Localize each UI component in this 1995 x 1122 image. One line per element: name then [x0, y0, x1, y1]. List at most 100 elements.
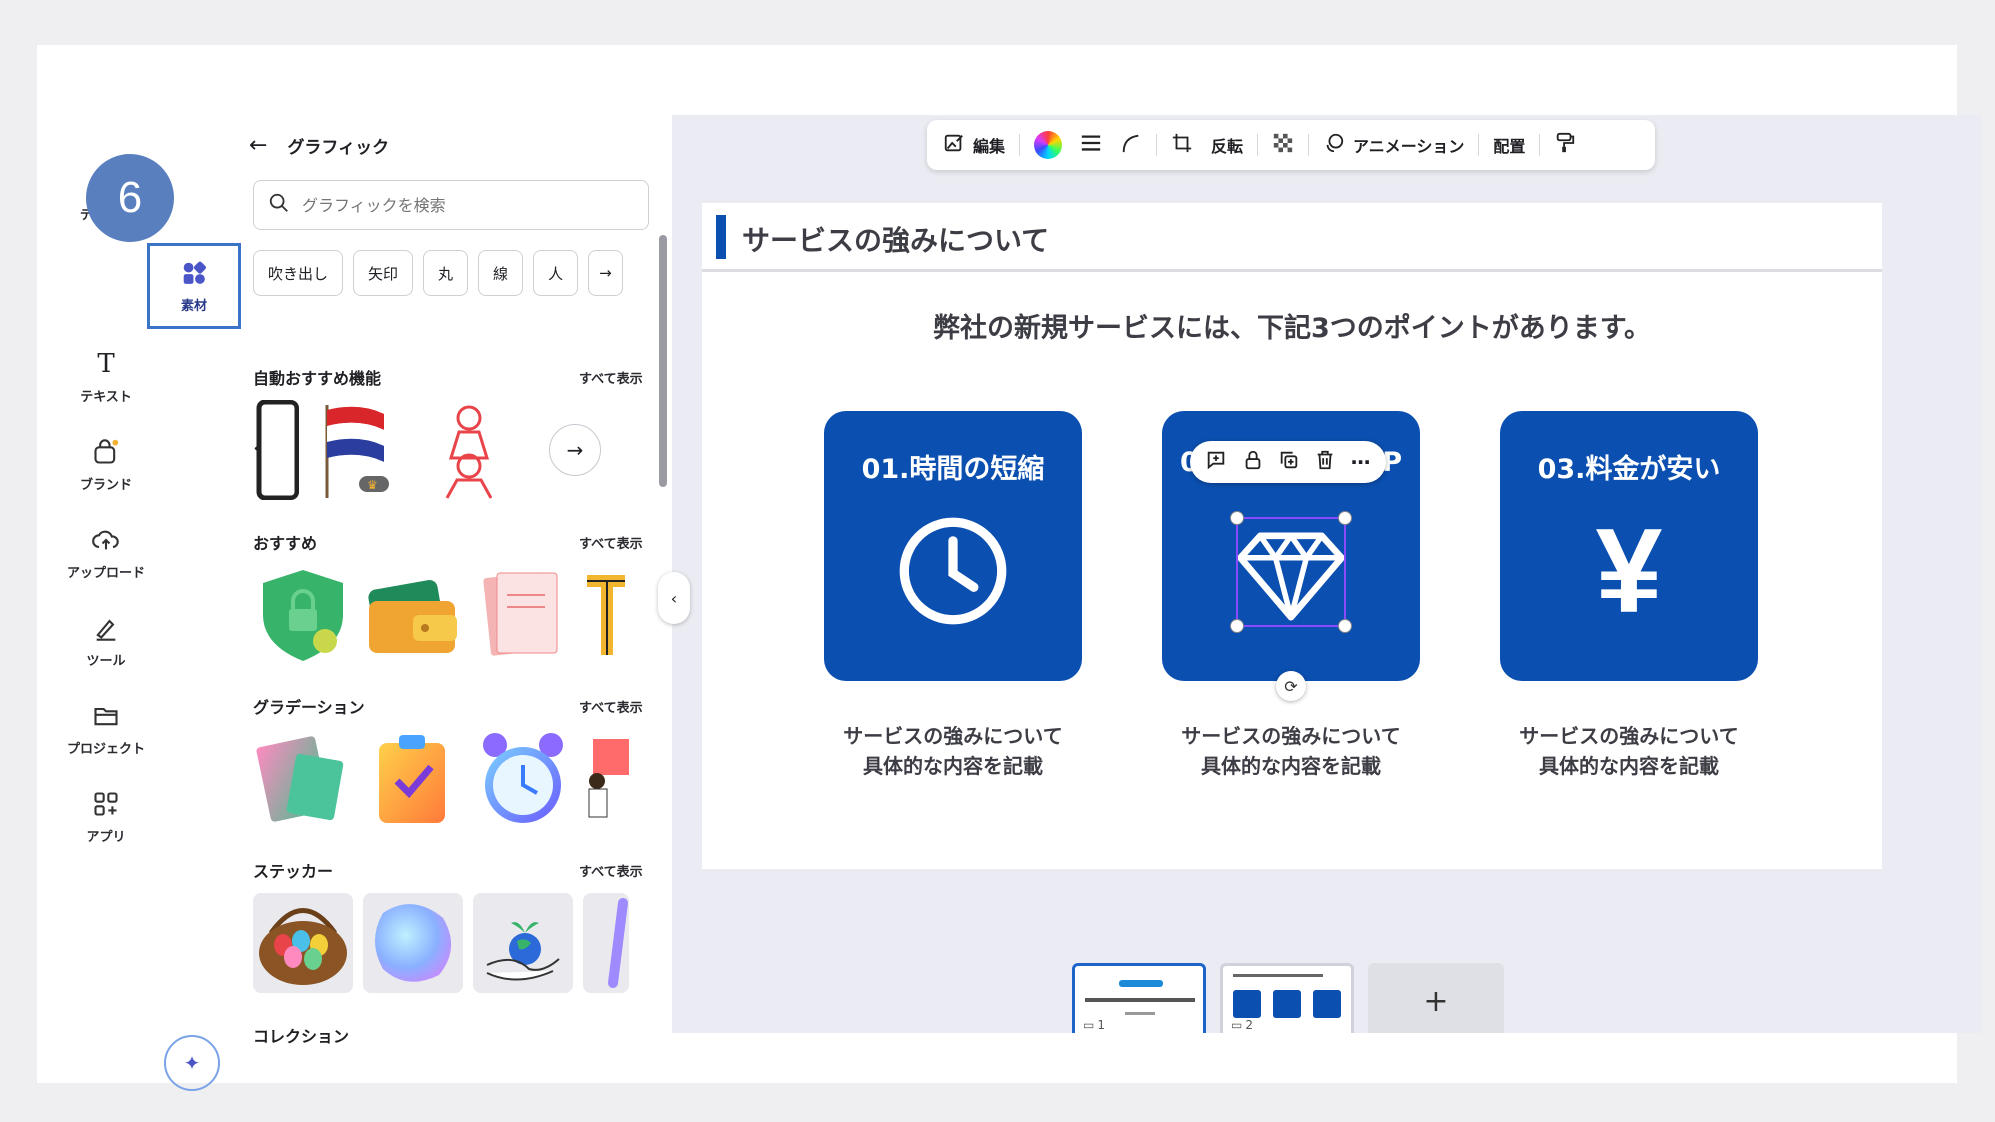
chip-arrow[interactable]: 矢印: [353, 250, 414, 296]
element-toolbar: 編集 反転 アニメーション 配置: [927, 120, 1655, 170]
rail-item-upload[interactable]: アップロード: [51, 513, 161, 593]
shield-lock-graphic[interactable]: [253, 565, 353, 665]
transparency-button[interactable]: [1268, 127, 1298, 163]
see-all-link[interactable]: すべて表示: [579, 368, 643, 387]
rail-item-text[interactable]: T テキスト: [51, 337, 161, 417]
gradient-blob-sticker[interactable]: [363, 893, 463, 993]
flip-button[interactable]: 反転: [1207, 127, 1247, 163]
desc-line: 具体的な内容を記載: [1539, 754, 1719, 778]
card-title: 01.時間の短縮: [861, 454, 1045, 485]
trash-icon[interactable]: [1314, 449, 1336, 475]
section-recommended-title: おすすめ: [253, 534, 318, 553]
chip-speech-bubble[interactable]: 吹き出し: [253, 250, 344, 296]
purple-stroke-sticker[interactable]: [583, 893, 629, 993]
add-page-button[interactable]: +: [1368, 963, 1504, 1033]
card-description-2[interactable]: サービスの強みについて 具体的な内容を記載: [1162, 721, 1420, 781]
resize-handle[interactable]: [1338, 619, 1352, 633]
resize-handle[interactable]: [1338, 511, 1352, 525]
corner-curve-icon: [1120, 132, 1142, 158]
line-style-button[interactable]: [1076, 127, 1106, 163]
carousel-next-button[interactable]: →: [549, 424, 601, 476]
filter-chips: 吹き出し 矢印 丸 線 人 →: [253, 250, 623, 296]
svg-text:♛: ♛: [367, 478, 378, 492]
comment-icon: ▭: [1231, 1018, 1243, 1032]
search-box[interactable]: [253, 180, 649, 230]
see-all-link[interactable]: すべて表示: [579, 533, 643, 552]
page-number-text: 1: [1097, 1018, 1105, 1032]
rotate-handle[interactable]: ⟳: [1276, 671, 1306, 701]
corner-rounding-button[interactable]: [1116, 127, 1146, 163]
letter-graphic[interactable]: [583, 565, 629, 665]
clipboard-check-graphic[interactable]: [363, 729, 463, 829]
magic-assistant-button[interactable]: ✦: [164, 1035, 220, 1091]
title-divider: [702, 269, 1882, 272]
panel-title: グラフィック: [287, 137, 390, 158]
thumb-card: [1313, 990, 1341, 1018]
arrange-button[interactable]: 配置: [1489, 127, 1529, 163]
earth-hand-sticker[interactable]: [473, 893, 573, 993]
back-arrow-icon[interactable]: ←: [249, 133, 267, 158]
card-title: 03.料金が安い: [1537, 454, 1721, 485]
card-description-1[interactable]: サービスの強みについて 具体的な内容を記載: [824, 721, 1082, 781]
pen-tool-icon: [92, 614, 120, 642]
documents-graphic[interactable]: [473, 565, 573, 665]
lock-icon[interactable]: [1242, 449, 1264, 475]
slide-subtitle[interactable]: 弊社の新規サービスには、下記3つのポイントがあります。: [702, 306, 1882, 345]
collapse-panel-button[interactable]: ‹: [658, 572, 690, 624]
desc-line: 具体的な内容を記載: [863, 754, 1043, 778]
person-desk-graphic[interactable]: [583, 729, 629, 829]
page-thumb-2[interactable]: ▭ 2: [1220, 963, 1354, 1033]
card-description-3[interactable]: サービスの強みについて 具体的な内容を記載: [1500, 721, 1758, 781]
brand-icon: [92, 438, 120, 466]
people-outline-graphic[interactable]: [419, 400, 519, 500]
rail-item-tools[interactable]: ツール: [51, 601, 161, 681]
panel-scrollbar[interactable]: [659, 235, 667, 487]
slide-title[interactable]: サービスの強みについて: [742, 219, 1049, 259]
crop-button[interactable]: [1167, 127, 1197, 163]
flag-graphic[interactable]: ♛: [309, 400, 409, 500]
animate-button[interactable]: アニメーション: [1319, 127, 1468, 163]
thumb-text-line: [1085, 998, 1195, 1002]
color-button[interactable]: [1030, 127, 1066, 163]
feature-card-1[interactable]: 01.時間の短縮: [824, 411, 1082, 681]
duplicate-icon[interactable]: [1278, 449, 1300, 475]
see-all-link[interactable]: すべて表示: [579, 697, 643, 716]
notebook-graphic[interactable]: [253, 729, 353, 829]
search-input[interactable]: [302, 195, 632, 215]
chip-circle[interactable]: 丸: [423, 250, 469, 296]
more-options-icon[interactable]: ⋯: [1351, 450, 1371, 474]
feature-card-3[interactable]: 03.料金が安い ¥: [1500, 411, 1758, 681]
chip-person[interactable]: 人: [533, 250, 579, 296]
svg-text:‹: ‹: [253, 436, 262, 461]
text-icon: T: [97, 348, 115, 379]
phone-graphic[interactable]: ‹: [253, 400, 299, 500]
resize-handle[interactable]: [1230, 511, 1244, 525]
chip-scroll-right[interactable]: →: [588, 250, 623, 296]
thumb-text-line: [1125, 1012, 1155, 1015]
chip-line[interactable]: 線: [478, 250, 524, 296]
panel-header: ← グラフィック: [249, 125, 389, 165]
comment-add-icon[interactable]: [1205, 449, 1227, 475]
rail-item-brand[interactable]: ブランド: [51, 425, 161, 505]
chevron-right-icon: →: [599, 264, 612, 282]
section-sticker-title: ステッカー: [253, 862, 334, 881]
rail-item-elements[interactable]: 素材: [147, 243, 241, 329]
page-thumb-1[interactable]: ▭ 1: [1072, 963, 1206, 1033]
feature-card-2[interactable]: 0 P ⋯: [1162, 411, 1420, 701]
alarm-clock-graphic[interactable]: [473, 729, 573, 829]
auto-thumbs: ‹ ♛ →: [253, 400, 601, 500]
rail-item-apps[interactable]: アプリ: [51, 777, 161, 857]
easter-basket-sticker[interactable]: [253, 893, 353, 993]
yen-icon: ¥: [1569, 511, 1689, 631]
search-icon: [268, 192, 290, 218]
edit-image-button[interactable]: 編集: [939, 127, 1009, 163]
section-auto-title: 自動おすすめ機能: [253, 369, 382, 388]
see-all-link[interactable]: すべて表示: [579, 861, 643, 880]
rail-item-projects[interactable]: プロジェクト: [51, 689, 161, 769]
copy-style-button[interactable]: [1550, 127, 1580, 163]
thumb-card: [1233, 990, 1261, 1018]
wallet-graphic[interactable]: [363, 565, 463, 665]
resize-handle[interactable]: [1230, 619, 1244, 633]
slide-canvas[interactable]: サービスの強みについて 弊社の新規サービスには、下記3つのポイントがあります。 …: [702, 203, 1882, 869]
desc-line: 具体的な内容を記載: [1201, 754, 1381, 778]
